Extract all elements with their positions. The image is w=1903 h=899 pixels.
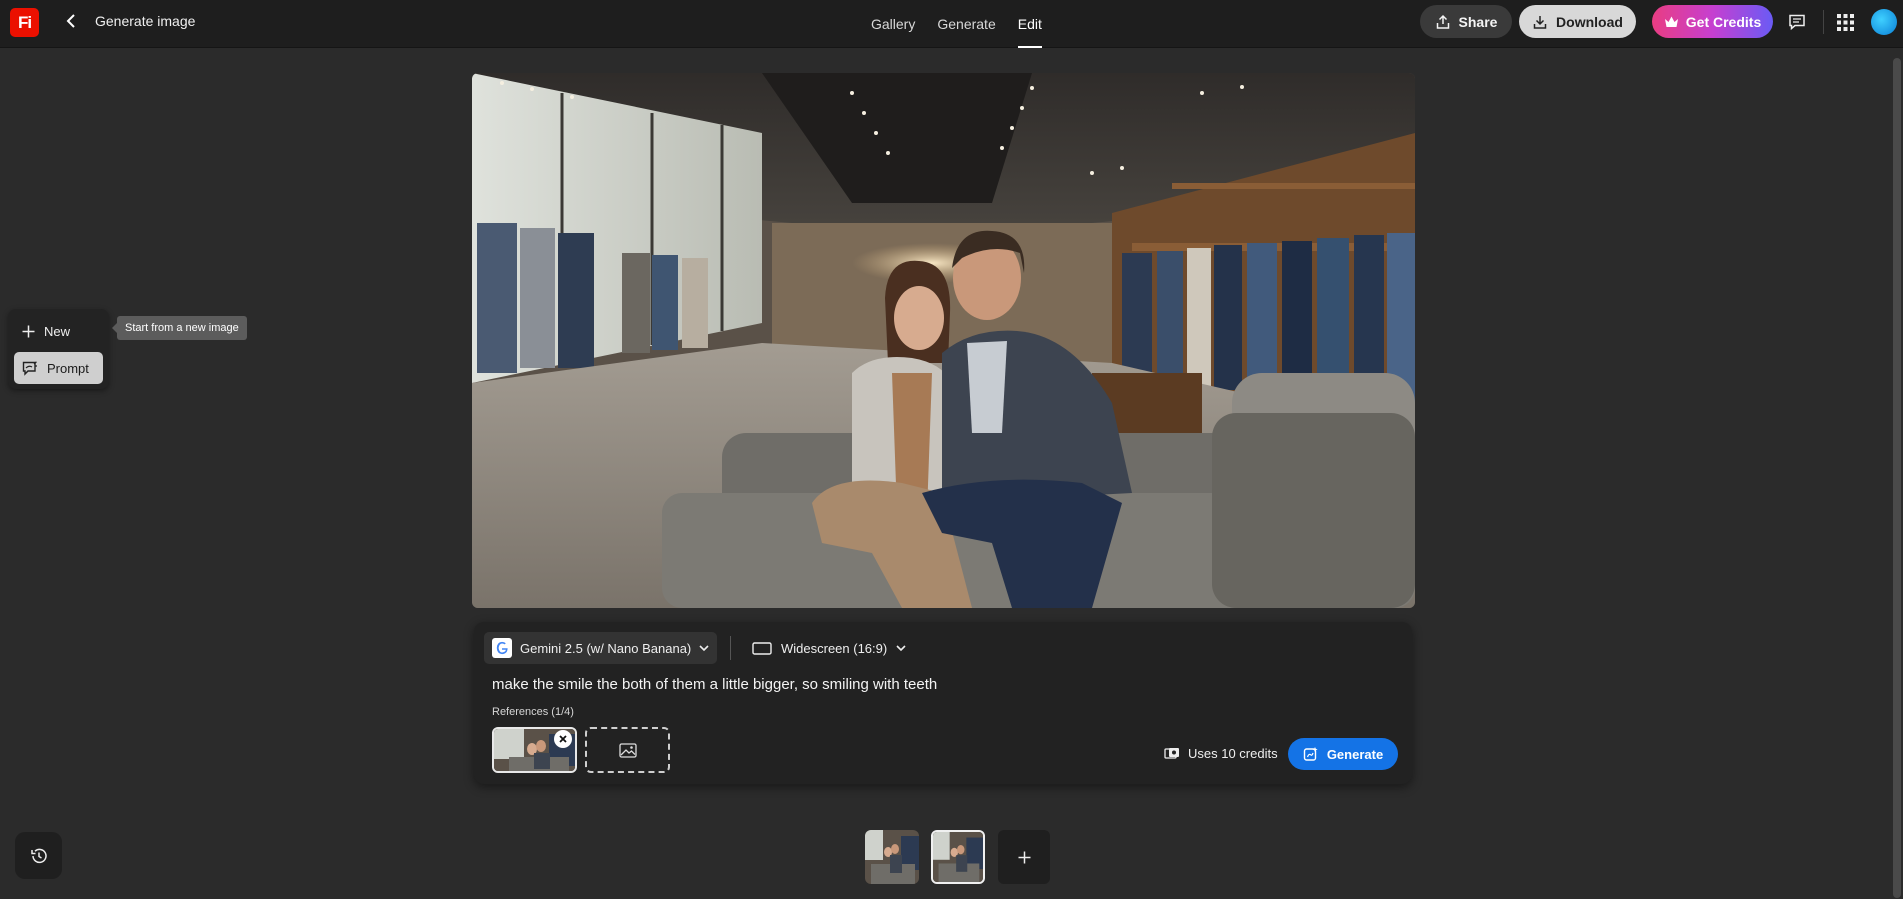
variation-thumbnail-1[interactable]	[865, 830, 919, 884]
tool-prompt[interactable]: Prompt	[14, 352, 103, 384]
prompt-icon	[22, 360, 37, 376]
tab-edit[interactable]: Edit	[1007, 0, 1053, 48]
page-title: Generate image	[95, 13, 196, 29]
new-tooltip: Start from a new image	[112, 316, 247, 340]
main-canvas-image[interactable]	[472, 73, 1415, 608]
prompt-input[interactable]: make the smile the both of them a little…	[492, 676, 937, 693]
page-scrollbar[interactable]	[1891, 48, 1903, 899]
apps-button[interactable]	[1832, 9, 1858, 35]
variation-thumbnail-2[interactable]	[931, 830, 985, 884]
chevron-down-icon	[896, 644, 906, 651]
plus-icon	[22, 325, 35, 337]
back-chevron-icon	[66, 14, 75, 28]
firefly-logo[interactable]: Fi	[10, 8, 39, 37]
variation-image-1	[865, 830, 919, 884]
tab-generate[interactable]: Generate	[926, 0, 1006, 48]
share-icon	[1436, 14, 1449, 29]
share-label: Share	[1458, 13, 1498, 30]
references-label: References (1/4)	[492, 706, 574, 718]
top-bar: Fi Generate image Gallery Generate Edit …	[0, 0, 1903, 48]
back-button[interactable]	[60, 10, 82, 32]
tool-new[interactable]: New	[14, 315, 103, 347]
history-button[interactable]	[15, 832, 62, 879]
plus-icon	[1018, 851, 1030, 863]
user-avatar[interactable]	[1871, 9, 1897, 35]
aspect-label: Widescreen (16:9)	[781, 640, 888, 656]
feedback-button[interactable]	[1784, 9, 1810, 35]
chevron-down-icon	[699, 644, 709, 651]
panel-separator	[730, 636, 731, 660]
prompt-panel: Gemini 2.5 (w/ Nano Banana) Widescreen (…	[474, 622, 1412, 784]
remove-reference-button[interactable]	[554, 730, 572, 748]
history-icon	[30, 848, 47, 863]
close-icon	[559, 735, 567, 743]
generate-button[interactable]: Generate	[1288, 738, 1398, 770]
tool-new-label: New	[44, 323, 71, 339]
add-reference-button[interactable]	[585, 727, 670, 773]
download-label: Download	[1556, 13, 1623, 30]
model-label: Gemini 2.5 (w/ Nano Banana)	[520, 640, 692, 656]
aspect-ratio-dropdown[interactable]: Widescreen (16:9)	[752, 632, 906, 664]
get-credits-label: Get Credits	[1685, 13, 1762, 30]
scrollbar-thumb[interactable]	[1893, 58, 1901, 898]
crown-icon	[1664, 16, 1678, 27]
tool-panel: New Prompt	[8, 309, 109, 389]
apps-grid-icon	[1836, 13, 1854, 31]
store-couple-photo	[472, 73, 1415, 608]
tab-gallery[interactable]: Gallery	[860, 0, 926, 48]
feedback-icon	[1789, 14, 1805, 31]
share-button[interactable]: Share	[1420, 5, 1512, 38]
aspect-ratio-icon	[752, 641, 772, 655]
google-icon	[492, 638, 512, 658]
credits-text: Uses 10 credits	[1188, 746, 1278, 761]
generate-icon	[1303, 747, 1318, 761]
credits-icon	[1164, 748, 1179, 759]
main-nav: Gallery Generate Edit	[860, 0, 1053, 48]
image-icon	[618, 742, 637, 758]
variation-image-2	[933, 832, 983, 882]
generate-label: Generate	[1326, 746, 1384, 762]
get-credits-button[interactable]: Get Credits	[1652, 5, 1773, 38]
model-dropdown[interactable]: Gemini 2.5 (w/ Nano Banana)	[484, 632, 718, 664]
download-button[interactable]: Download	[1519, 5, 1636, 38]
header-divider	[1823, 10, 1824, 34]
credits-info: Uses 10 credits	[1164, 746, 1278, 761]
add-variation-button[interactable]	[998, 830, 1050, 884]
download-icon	[1533, 15, 1547, 29]
tool-prompt-label: Prompt	[47, 360, 89, 376]
